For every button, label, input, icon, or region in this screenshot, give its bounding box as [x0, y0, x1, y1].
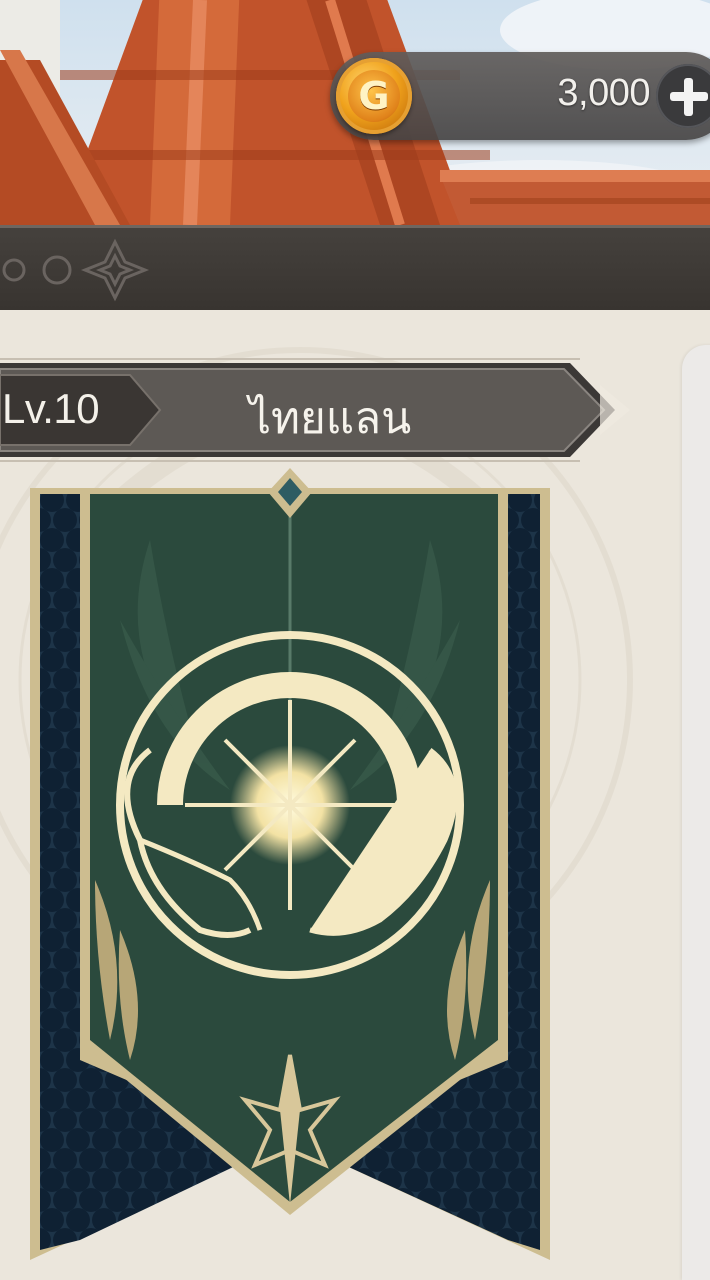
guild-banner: [30, 468, 550, 1260]
guild-name: ไทยแลน: [248, 393, 412, 444]
gold-coin-icon: G: [336, 58, 412, 134]
ornament-icon: [2, 238, 150, 302]
guild-level: Lv.10: [2, 385, 100, 432]
header-strip: [0, 225, 710, 310]
coin-letter: G: [348, 70, 400, 122]
side-card: [682, 345, 710, 1280]
gold-amount: 3,000: [557, 72, 650, 114]
